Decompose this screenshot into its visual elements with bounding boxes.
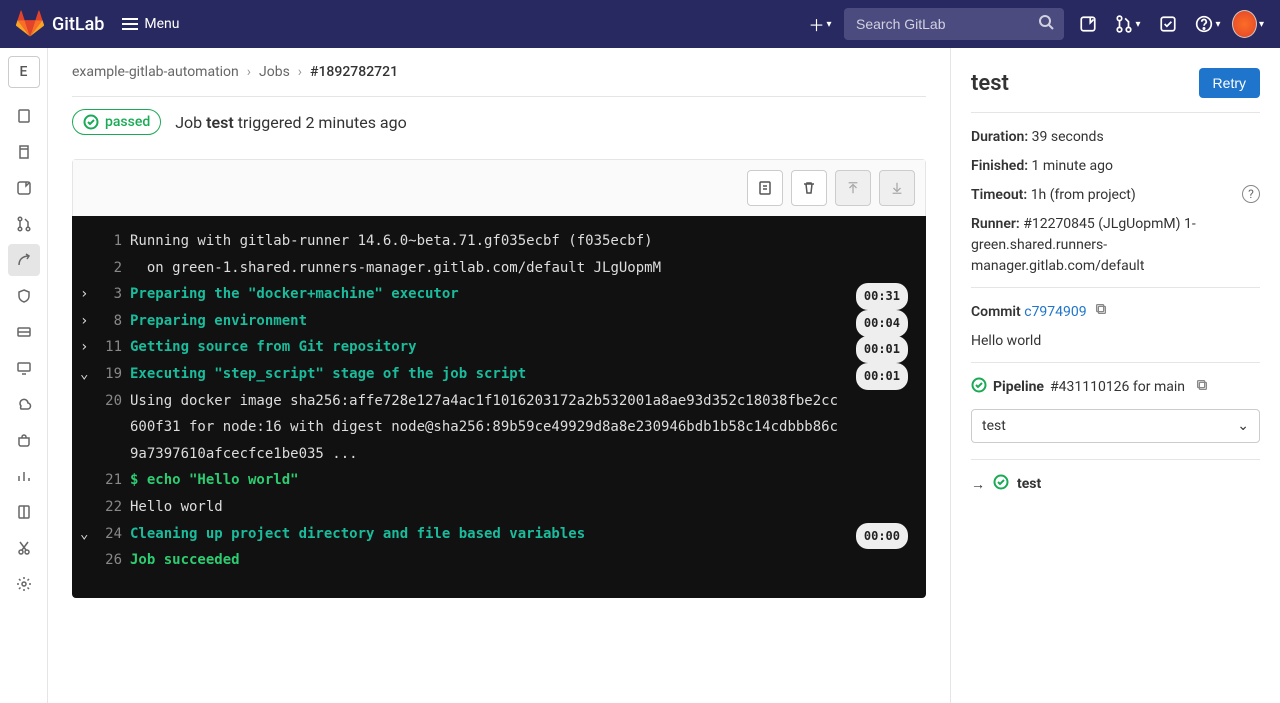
cicd-icon[interactable] bbox=[8, 244, 40, 276]
issues-icon[interactable] bbox=[1072, 8, 1104, 40]
breadcrumb-section[interactable]: Jobs bbox=[259, 64, 290, 80]
pipeline-row: Pipeline #431110126 for main bbox=[971, 377, 1260, 397]
project-info-icon[interactable] bbox=[8, 100, 40, 132]
merge-requests-rail-icon[interactable] bbox=[8, 208, 40, 240]
timeout-row: ?Timeout: 1h (from project) bbox=[971, 185, 1260, 206]
repository-icon[interactable] bbox=[8, 136, 40, 168]
create-menu[interactable]: ＋▾ bbox=[804, 8, 836, 40]
check-circle-icon bbox=[993, 474, 1009, 494]
settings-icon[interactable] bbox=[8, 568, 40, 600]
log-line: 20Using docker image sha256:affe728e127a… bbox=[90, 388, 908, 468]
issues-rail-icon[interactable] bbox=[8, 172, 40, 204]
gitlab-logo[interactable]: GitLab bbox=[16, 10, 104, 38]
log-container: 1Running with gitlab-runner 14.6.0~beta.… bbox=[72, 159, 926, 598]
merge-requests-icon[interactable]: ▾ bbox=[1112, 8, 1144, 40]
check-circle-icon bbox=[83, 114, 99, 130]
log-line: 11›Getting source from Git repository00:… bbox=[90, 334, 908, 361]
duration-pill: 00:01 bbox=[856, 363, 908, 390]
log-line: 8›Preparing environment00:04 bbox=[90, 308, 908, 335]
stage-job-item[interactable]: → test bbox=[971, 474, 1260, 494]
retry-button[interactable]: Retry bbox=[1199, 68, 1260, 98]
collapse-toggle-icon[interactable]: ⌄ bbox=[80, 521, 88, 548]
job-title: test bbox=[971, 71, 1009, 96]
deployments-icon[interactable] bbox=[8, 316, 40, 348]
top-bar: GitLab Menu ＋▾ ▾ ▾ ▾ bbox=[0, 0, 1280, 48]
chevron-down-icon: ⌄ bbox=[1237, 418, 1249, 434]
copy-icon[interactable] bbox=[1195, 378, 1209, 396]
snippets-icon[interactable] bbox=[8, 532, 40, 564]
stage-select[interactable]: test ⌄ bbox=[971, 409, 1260, 443]
job-trigger-text: Job test triggered 2 minutes ago bbox=[175, 113, 407, 132]
tanuki-icon bbox=[16, 10, 44, 38]
right-sidebar: test Retry Duration: 39 seconds Finished… bbox=[950, 48, 1280, 703]
search-icon bbox=[1038, 14, 1054, 34]
log-line: 1Running with gitlab-runner 14.6.0~beta.… bbox=[90, 228, 908, 255]
duration-pill: 00:31 bbox=[856, 283, 908, 310]
monitor-icon[interactable] bbox=[8, 352, 40, 384]
main-menu[interactable]: Menu bbox=[112, 10, 189, 38]
scroll-bottom-button[interactable] bbox=[879, 170, 915, 206]
duration-pill: 00:01 bbox=[856, 336, 908, 363]
erase-log-button[interactable] bbox=[791, 170, 827, 206]
plus-icon: ＋ bbox=[808, 12, 824, 36]
breadcrumb: example-gitlab-automation › Jobs › #1892… bbox=[72, 64, 926, 80]
breadcrumb-id: #1892782721 bbox=[310, 64, 398, 80]
avatar bbox=[1232, 10, 1257, 38]
left-rail: E bbox=[0, 48, 48, 703]
finished-row: Finished: 1 minute ago bbox=[971, 156, 1260, 177]
wiki-icon[interactable] bbox=[8, 496, 40, 528]
runner-row: Runner: #12270845 (JLgUopmM) 1-green.sha… bbox=[971, 214, 1260, 277]
log-line: 3›Preparing the "docker+machine" executo… bbox=[90, 281, 908, 308]
collapse-toggle-icon[interactable]: › bbox=[80, 281, 88, 308]
project-badge[interactable]: E bbox=[8, 56, 40, 88]
log-line: 26Job succeeded bbox=[90, 547, 908, 574]
raw-log-button[interactable] bbox=[747, 170, 783, 206]
breadcrumb-project[interactable]: example-gitlab-automation bbox=[72, 64, 239, 80]
commit-message: Hello world bbox=[971, 331, 1260, 352]
collapse-toggle-icon[interactable]: › bbox=[80, 334, 88, 361]
log-output[interactable]: 1Running with gitlab-runner 14.6.0~beta.… bbox=[72, 216, 926, 598]
log-line: 21$ echo "Hello world" bbox=[90, 467, 908, 494]
help-icon[interactable]: ▾ bbox=[1192, 8, 1224, 40]
security-icon[interactable] bbox=[8, 280, 40, 312]
analytics-icon[interactable] bbox=[8, 460, 40, 492]
collapse-toggle-icon[interactable]: ⌄ bbox=[80, 361, 88, 388]
log-line: 2 on green-1.shared.runners-manager.gitl… bbox=[90, 255, 908, 282]
log-line: 22Hello world bbox=[90, 494, 908, 521]
duration-pill: 00:00 bbox=[856, 523, 908, 550]
main-content: example-gitlab-automation › Jobs › #1892… bbox=[48, 48, 950, 703]
help-icon[interactable]: ? bbox=[1242, 185, 1260, 203]
log-line: 24⌄Cleaning up project directory and fil… bbox=[90, 521, 908, 548]
duration-row: Duration: 39 seconds bbox=[971, 127, 1260, 148]
hamburger-icon bbox=[122, 18, 138, 30]
commit-link[interactable]: c7974909 bbox=[1024, 304, 1086, 320]
infrastructure-icon[interactable] bbox=[8, 388, 40, 420]
search-box bbox=[844, 8, 1064, 40]
todos-icon[interactable] bbox=[1152, 8, 1184, 40]
packages-icon[interactable] bbox=[8, 424, 40, 456]
commit-row: Commit c7974909 bbox=[971, 302, 1260, 323]
user-menu[interactable]: ▾ bbox=[1232, 8, 1264, 40]
log-line: 19⌄Executing "step_script" stage of the … bbox=[90, 361, 908, 388]
log-toolbar bbox=[72, 159, 926, 216]
duration-pill: 00:04 bbox=[856, 310, 908, 337]
search-input[interactable] bbox=[844, 8, 1064, 40]
arrow-right-icon: → bbox=[971, 476, 985, 493]
status-badge: passed bbox=[72, 109, 161, 135]
collapse-toggle-icon[interactable]: › bbox=[80, 308, 88, 335]
check-circle-icon bbox=[971, 377, 987, 397]
brand-text: GitLab bbox=[52, 14, 104, 35]
copy-icon[interactable] bbox=[1094, 304, 1108, 320]
scroll-top-button[interactable] bbox=[835, 170, 871, 206]
job-status-row: passed Job test triggered 2 minutes ago bbox=[72, 109, 926, 135]
